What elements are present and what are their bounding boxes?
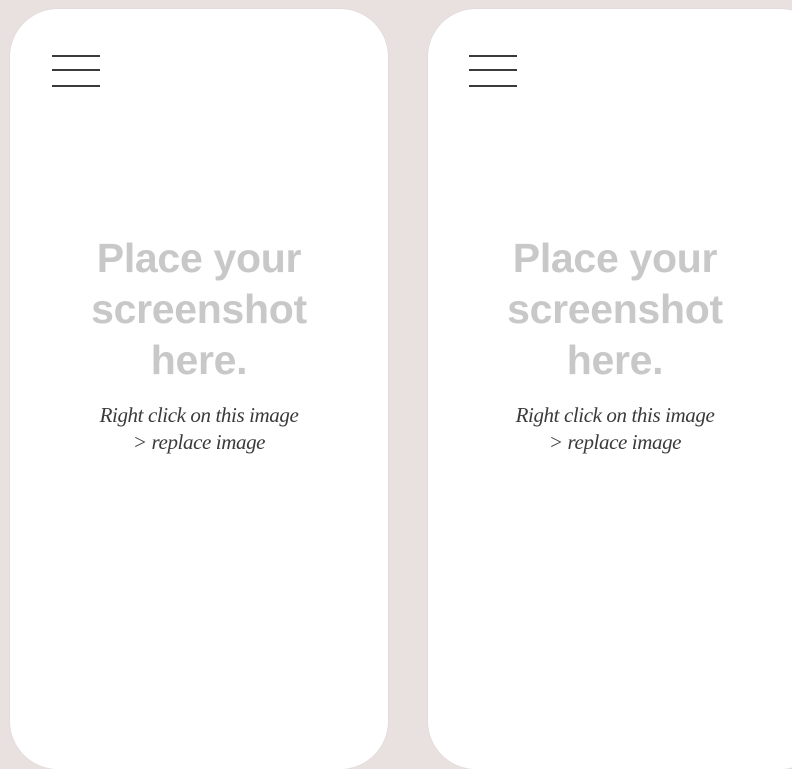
placeholder-heading-line: Place your [96,235,302,281]
phone-mockup-left: Place your screenshot here. Right click … [10,9,388,769]
placeholder-heading-line: screenshot [507,286,723,332]
placeholder-instruction-line: > replace image [132,430,266,454]
placeholder-heading-line: here. [566,337,664,383]
menu-line-top [469,55,517,57]
phone-mockup-right: Place your screenshot here. Right click … [428,9,792,769]
placeholder-instruction-line: Right click on this image [515,403,715,427]
placeholder-instructions: Right click on this image > replace imag… [59,402,339,456]
menu-line-middle [469,69,517,71]
placeholder-heading-line: screenshot [91,286,307,332]
menu-line-top [52,55,100,57]
placeholder-instruction-line: > replace image [548,430,682,454]
screenshot-placeholder[interactable]: Place your screenshot here. Right click … [59,233,339,456]
placeholder-instruction-line: Right click on this image [99,403,299,427]
menu-line-bottom [469,85,517,87]
placeholder-heading: Place your screenshot here. [475,233,755,386]
menu-line-middle [52,69,100,71]
placeholder-heading: Place your screenshot here. [59,233,339,386]
menu-line-bottom [52,85,100,87]
hamburger-menu-icon[interactable] [52,55,100,91]
placeholder-heading-line: here. [150,337,248,383]
hamburger-menu-icon[interactable] [469,55,517,91]
placeholder-instructions: Right click on this image > replace imag… [475,402,755,456]
placeholder-heading-line: Place your [512,235,718,281]
screenshot-placeholder[interactable]: Place your screenshot here. Right click … [475,233,755,456]
